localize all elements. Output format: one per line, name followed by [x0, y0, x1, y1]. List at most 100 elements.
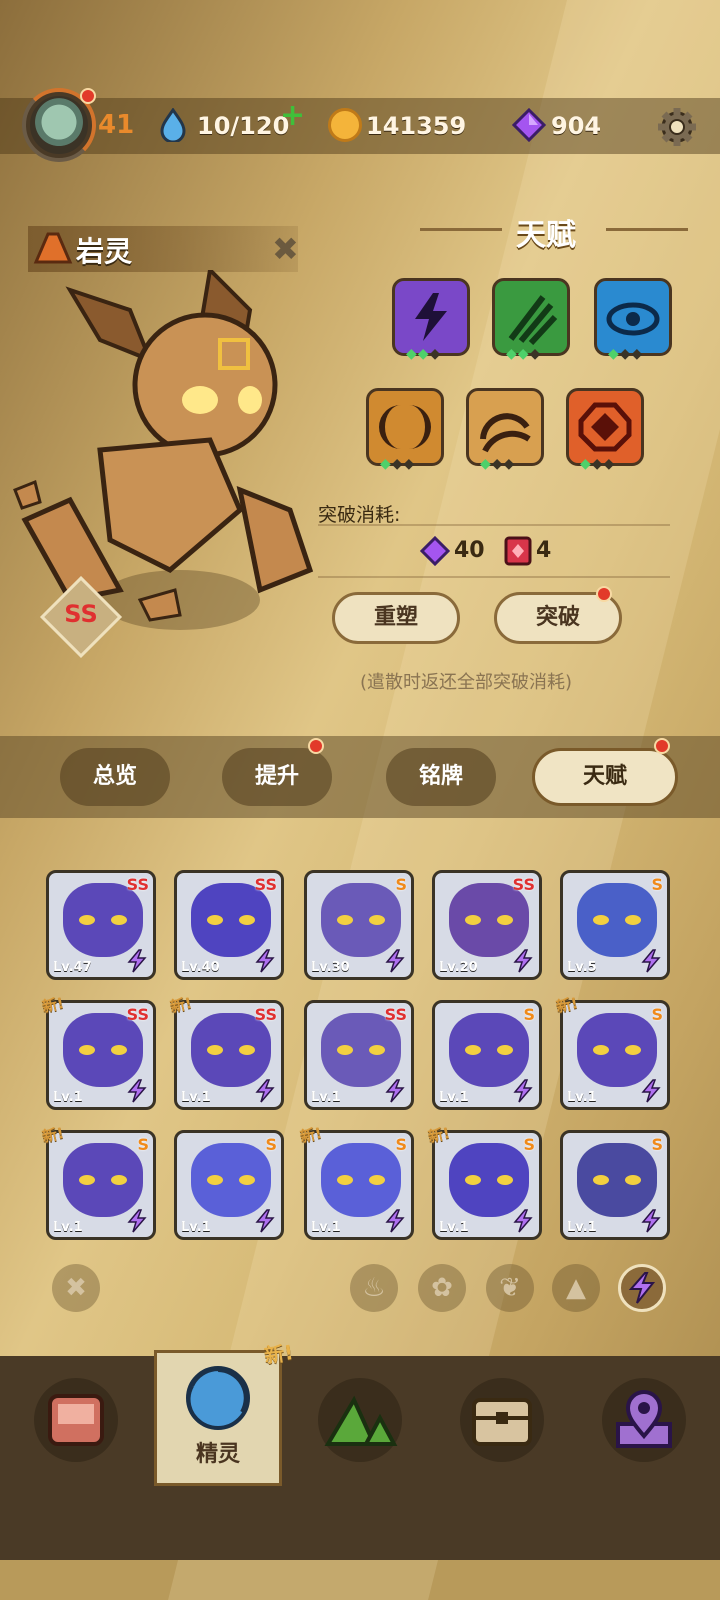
card-level: Lv.1: [311, 1090, 341, 1105]
dragon-spirit-portrait: [191, 883, 271, 957]
reshape-button[interactable]: 重塑: [332, 592, 460, 644]
eye-talent-icon[interactable]: [594, 278, 672, 356]
lightning-element-icon: [641, 949, 661, 973]
talent-level-pips: ◆◆◆: [480, 456, 516, 472]
title-ornament-right: [606, 228, 688, 231]
spirit-card[interactable]: S Lv.1: [560, 1000, 670, 1110]
card-rank: SS: [126, 875, 149, 894]
portrait-eye: [337, 1045, 353, 1055]
lightning-talent-icon[interactable]: [392, 278, 470, 356]
lightning-element-icon: [127, 949, 147, 973]
spirit-card[interactable]: SS Lv.1: [174, 1000, 284, 1110]
spirit-card[interactable]: S Lv.30: [304, 870, 414, 980]
close-icon[interactable]: ✖: [272, 230, 299, 268]
lightning-element-icon: [513, 1209, 533, 1233]
lightning-filter-icon[interactable]: [618, 1264, 666, 1312]
spirit-card[interactable]: SS Lv.40: [174, 870, 284, 980]
dragon-spirit-portrait: [449, 1143, 529, 1217]
leaf-filter-icon[interactable]: ❦: [486, 1264, 534, 1312]
purple-gem-icon: [420, 536, 450, 566]
card-level: Lv.1: [53, 1220, 83, 1235]
mouse-spirit-portrait: [321, 883, 401, 957]
talent-level-pips: ◆◆◆: [580, 456, 616, 472]
portrait-eye: [239, 915, 255, 925]
nav-inventory[interactable]: [460, 1378, 544, 1462]
portrait-eye: [369, 915, 385, 925]
portrait-eye: [239, 1175, 255, 1185]
spirit-card[interactable]: SS Lv.1: [304, 1000, 414, 1110]
card-rank: S: [651, 1005, 663, 1024]
dismiss-refund-note: (遣散时返还全部突破消耗): [360, 672, 573, 693]
lightning-element-icon: [255, 1079, 275, 1103]
tab-upgrade-notification-dot: [308, 738, 324, 754]
mountain-icon: [324, 1395, 398, 1446]
wave-talent-icon[interactable]: [466, 388, 544, 466]
cannon-spirit-portrait: [577, 883, 657, 957]
title-ornament-left: [420, 228, 502, 231]
spirit-card[interactable]: S Lv.5: [560, 870, 670, 980]
new-tag: 新!: [168, 993, 194, 1017]
tab-upgrade[interactable]: 提升: [222, 748, 332, 806]
tab-nameplate[interactable]: 铭牌: [386, 748, 496, 806]
nav-spirits-label: 精灵: [195, 1442, 240, 1467]
flower-filter-icon[interactable]: ✿: [418, 1264, 466, 1312]
breakthrough-notification-dot: [596, 586, 612, 602]
spirit-card[interactable]: S Lv.1: [304, 1130, 414, 1240]
rock-filter-icon[interactable]: ▲: [552, 1264, 600, 1312]
spirit-card[interactable]: S Lv.1: [46, 1130, 156, 1240]
card-level: Lv.47: [53, 960, 92, 975]
portrait-eye: [79, 915, 95, 925]
talent-level-pips: ◆◆◆: [380, 456, 416, 472]
cat-spirit-portrait: [63, 883, 143, 957]
tab-talent[interactable]: 天赋: [532, 748, 678, 806]
portrait-eye: [593, 915, 609, 925]
add-stamina-button[interactable]: +: [280, 98, 305, 133]
card-level: Lv.1: [311, 1220, 341, 1235]
mouse-spirit-portrait: [321, 1013, 401, 1087]
card-level: Lv.1: [53, 1090, 83, 1105]
spirit-card[interactable]: S Lv.1: [174, 1130, 284, 1240]
portrait-eye: [465, 915, 481, 925]
cat-spirit-portrait: [577, 1013, 657, 1087]
card-rank: S: [651, 1135, 663, 1154]
water-drop-icon: [160, 108, 186, 142]
spirit-card[interactable]: SS Lv.1: [46, 1000, 156, 1110]
nav-explore[interactable]: [318, 1378, 402, 1462]
portrait-eye: [207, 1045, 223, 1055]
new-tag: 新!: [554, 993, 580, 1017]
divider: [318, 524, 670, 526]
tv-icon: [48, 1394, 104, 1446]
lightning-element-icon: [641, 1079, 661, 1103]
card-rank: S: [523, 1135, 535, 1154]
spirit-swirl-icon: [186, 1366, 250, 1430]
nav-map[interactable]: [602, 1378, 686, 1462]
divider: [318, 576, 670, 578]
portrait-eye: [111, 1045, 127, 1055]
card-rank: S: [523, 1005, 535, 1024]
spirit-card[interactable]: SS Lv.47: [46, 870, 156, 980]
clear-filter-icon[interactable]: ✖: [52, 1264, 100, 1312]
claw-talent-icon[interactable]: [492, 278, 570, 356]
fire-filter-icon[interactable]: ♨: [350, 1264, 398, 1312]
nav-shop[interactable]: [34, 1378, 118, 1462]
lightning-element-icon: [385, 949, 405, 973]
tab-overview[interactable]: 总览: [60, 748, 170, 806]
gear-icon[interactable]: [656, 106, 698, 148]
card-level: Lv.1: [567, 1090, 597, 1105]
portrait-eye: [465, 1175, 481, 1185]
croc-spirit-portrait: [577, 1143, 657, 1217]
gem-talent-icon[interactable]: [566, 388, 644, 466]
crescent-talent-icon[interactable]: [366, 388, 444, 466]
card-rank: SS: [512, 875, 535, 894]
card-rank: S: [265, 1135, 277, 1154]
talent-level-pips: ◆◆◆: [406, 346, 442, 362]
spirit-card[interactable]: SS Lv.20: [432, 870, 542, 980]
portrait-eye: [593, 1175, 609, 1185]
player-level: 41: [98, 110, 135, 140]
card-level: Lv.1: [181, 1090, 211, 1105]
spirit-card[interactable]: S Lv.1: [560, 1130, 670, 1240]
portrait-eye: [369, 1175, 385, 1185]
spirit-card[interactable]: S Lv.1: [432, 1000, 542, 1110]
new-tag: 新!: [40, 1123, 66, 1147]
spirit-card[interactable]: S Lv.1: [432, 1130, 542, 1240]
